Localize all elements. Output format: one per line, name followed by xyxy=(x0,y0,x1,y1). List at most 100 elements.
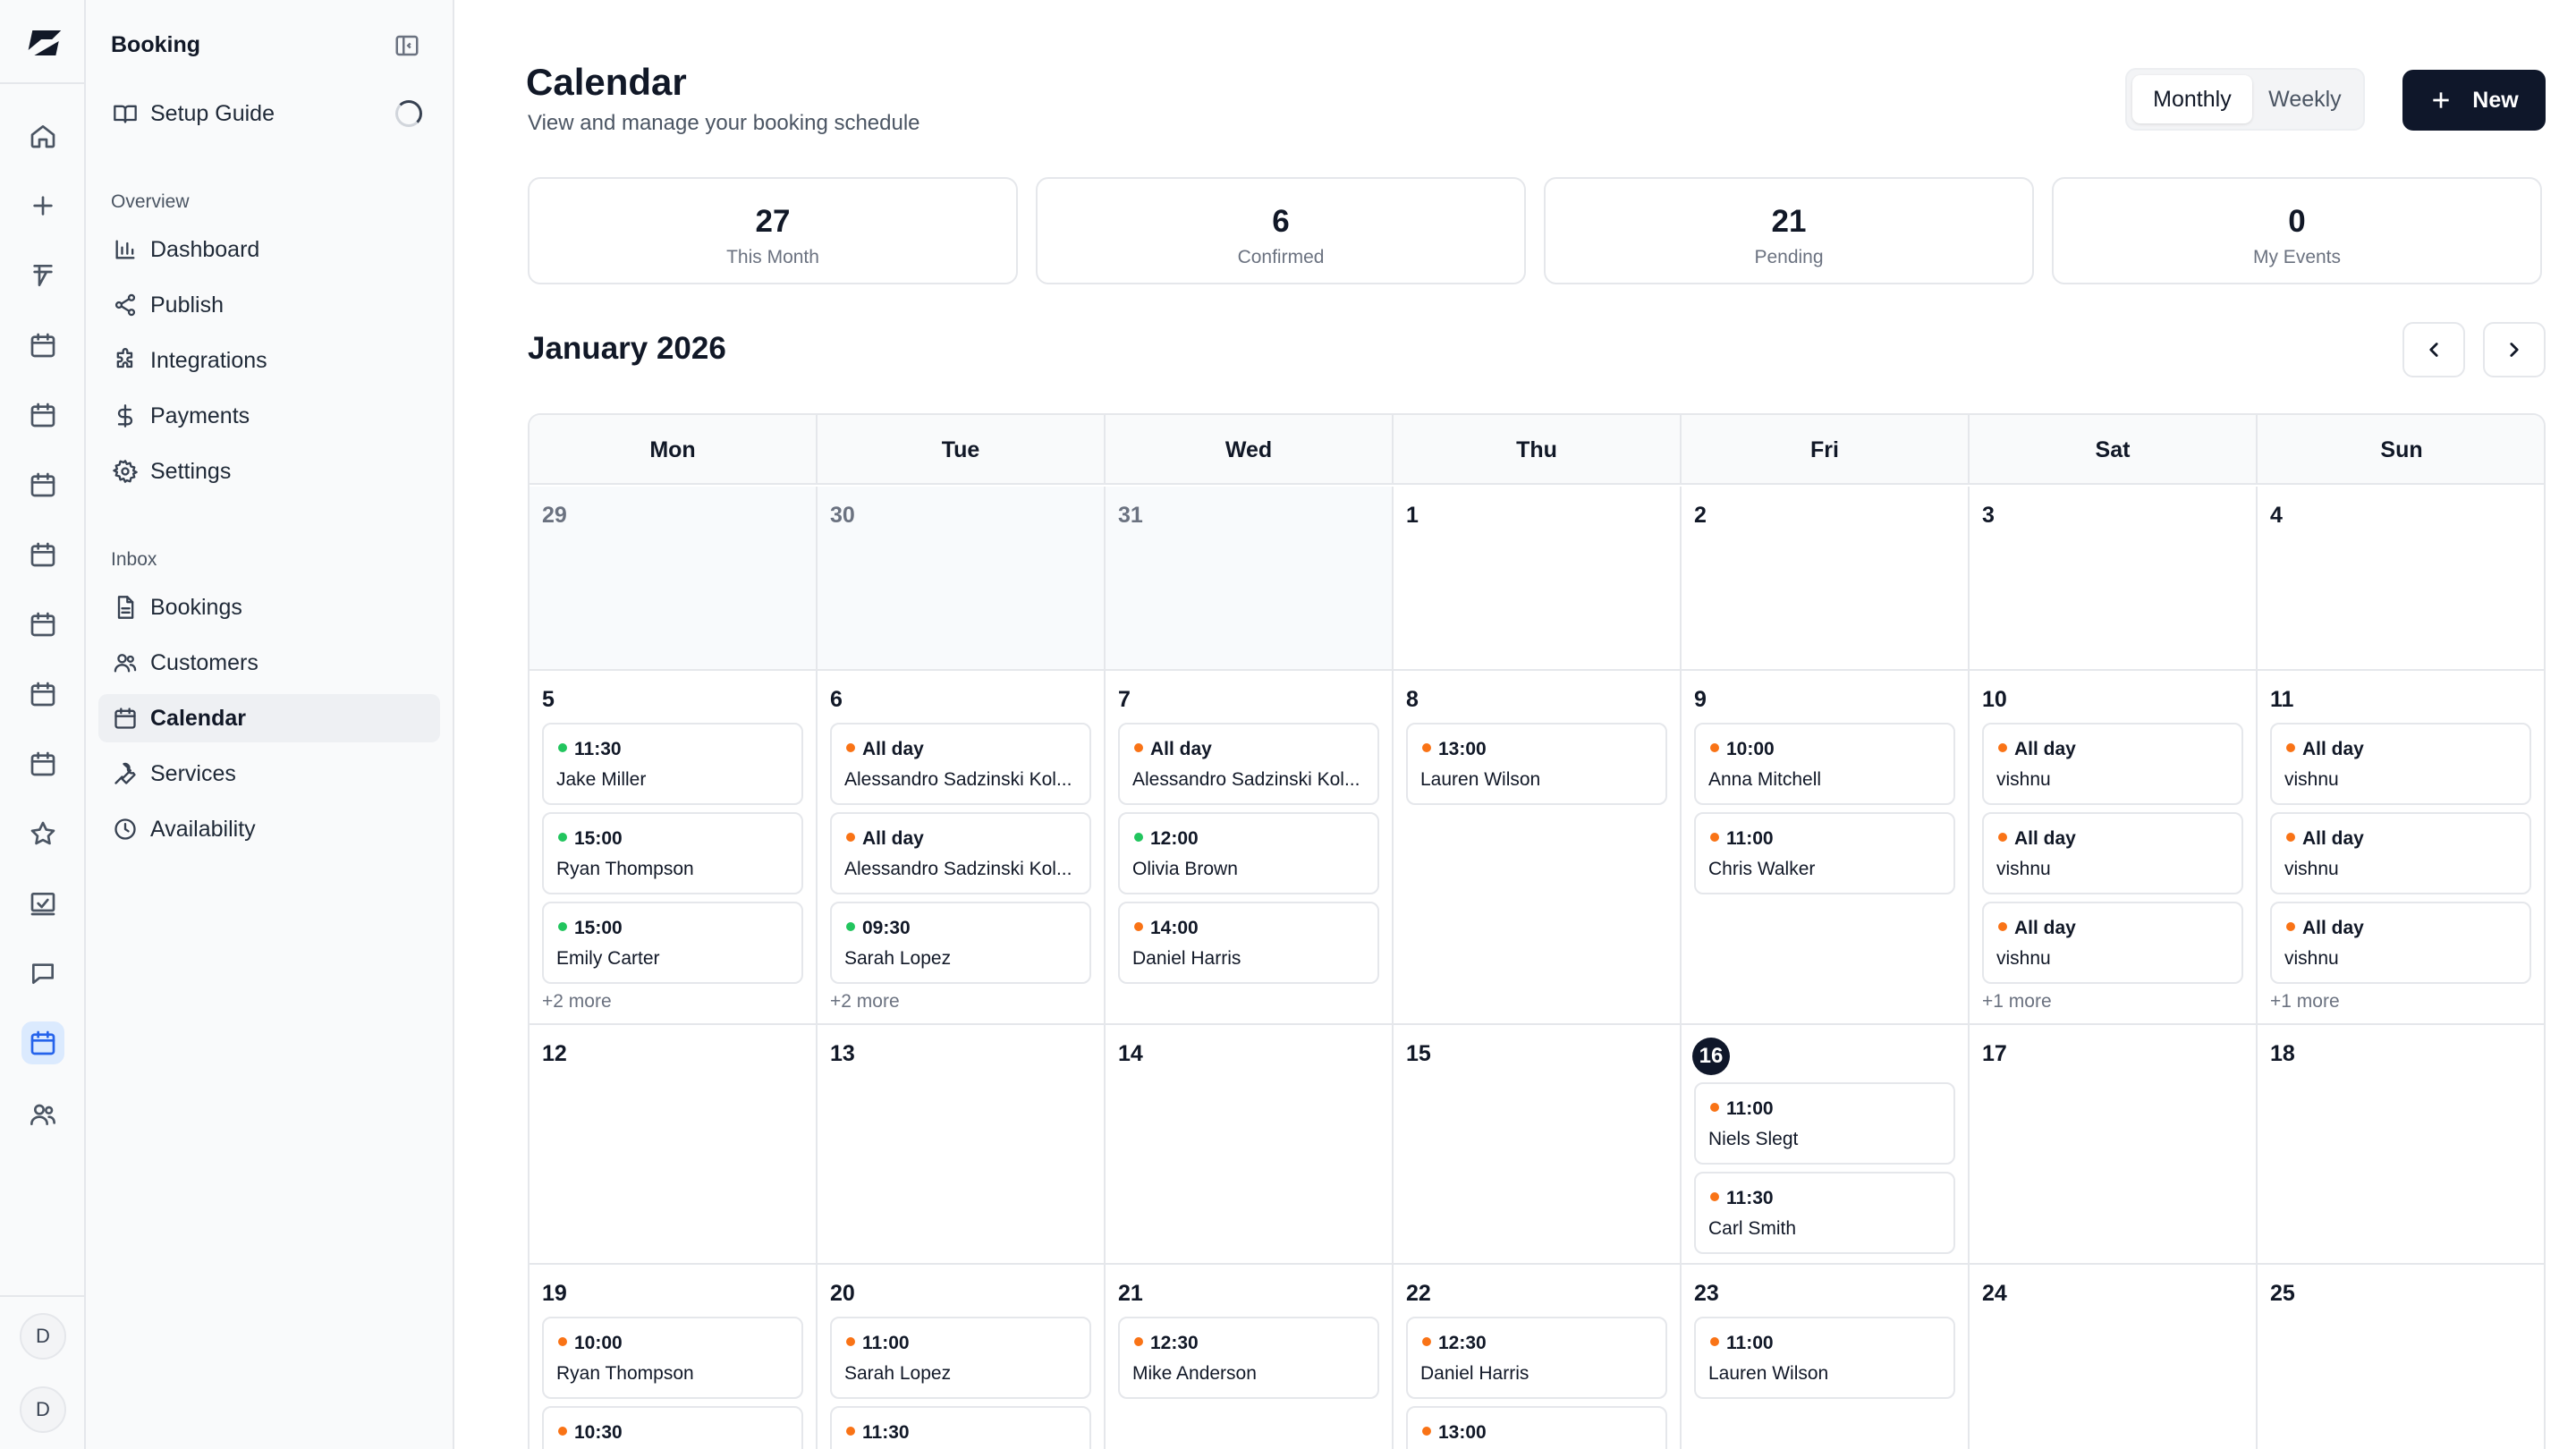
calendar-day-cell[interactable]: 17 xyxy=(1970,1025,2258,1263)
calendar-day-cell[interactable]: 19 10:00 Ryan Thompson 10:30 xyxy=(530,1265,818,1449)
booking-event[interactable]: 11:00 Lauren Wilson xyxy=(1694,1317,1955,1399)
calendar-day-cell[interactable]: 29 xyxy=(530,487,818,669)
booking-event[interactable]: 11:30 xyxy=(830,1406,1091,1449)
calendar-day-cell[interactable]: 24 xyxy=(1970,1265,2258,1449)
calendar-day-cell[interactable]: 7 All day Alessandro Sadzinski Kol... 12:00… xyxy=(1106,671,1394,1023)
booking-event[interactable]: 11:30 Jake Miller xyxy=(542,723,803,805)
sidebar-item-bookings[interactable]: Bookings xyxy=(98,583,440,631)
booking-event[interactable]: All day Alessandro Sadzinski Kol... xyxy=(1118,723,1379,805)
calendar-icon xyxy=(30,1030,55,1055)
calendar-week-row: 19 10:00 Ryan Thompson 10:30 20 11:00 Sarah Lo… xyxy=(530,1265,2544,1449)
booking-event[interactable]: 11:30 Carl Smith xyxy=(1694,1172,1955,1254)
weekly-view-button[interactable]: Weekly xyxy=(2252,75,2358,123)
rail-calendar-button[interactable] xyxy=(21,533,64,576)
stat-label: This Month xyxy=(726,247,819,267)
calendar-day-cell[interactable]: 16 11:00 Niels Slegt 11:30 Carl Smith xyxy=(1682,1025,1970,1263)
sidebar-item-calendar[interactable]: Calendar xyxy=(98,694,440,742)
booking-event[interactable]: 14:00 Daniel Harris xyxy=(1118,902,1379,984)
booking-event[interactable]: All day vishnu xyxy=(1982,723,2243,805)
previous-month-button[interactable] xyxy=(2402,322,2465,377)
new-booking-button[interactable]: New xyxy=(2402,70,2546,131)
sidebar-item-settings[interactable]: Settings xyxy=(98,447,440,496)
calendar-day-cell[interactable]: 15 xyxy=(1394,1025,1682,1263)
calendar-day-cell[interactable]: 31 xyxy=(1106,487,1394,669)
rail-plus-button[interactable] xyxy=(21,184,64,227)
next-month-button[interactable] xyxy=(2483,322,2546,377)
calendar-day-cell[interactable]: 11 All day vishnu All day vishnu All day vishn… xyxy=(2258,671,2544,1023)
booking-event[interactable]: 13:00 Lauren Wilson xyxy=(1406,723,1667,805)
booking-event[interactable]: 11:00 Sarah Lopez xyxy=(830,1317,1091,1399)
rail-form-button[interactable] xyxy=(21,254,64,297)
monthly-view-button[interactable]: Monthly xyxy=(2132,75,2252,123)
brand-logo-icon[interactable] xyxy=(23,23,63,63)
rail-home-button[interactable] xyxy=(21,114,64,157)
booking-event[interactable]: 11:00 Chris Walker xyxy=(1694,812,1955,894)
booking-event[interactable]: All day Alessandro Sadzinski Kol... xyxy=(830,723,1091,805)
rail-calendar-button[interactable] xyxy=(21,394,64,436)
booking-event[interactable]: 10:00 Anna Mitchell xyxy=(1694,723,1955,805)
collapse-sidebar-icon[interactable] xyxy=(394,32,420,59)
calendar-day-cell[interactable]: 30 xyxy=(818,487,1106,669)
calendar-day-cell[interactable]: 9 10:00 Anna Mitchell 11:00 Chris Walker xyxy=(1682,671,1970,1023)
sidebar-item-integrations[interactable]: Integrations xyxy=(98,336,440,385)
setup-guide-link[interactable]: Setup Guide xyxy=(98,89,440,138)
booking-event[interactable]: All day vishnu xyxy=(2270,723,2531,805)
more-events-link[interactable]: +1 more xyxy=(1982,991,2052,1013)
calendar-day-cell[interactable]: 13 xyxy=(818,1025,1106,1263)
rail-chart-check-button[interactable] xyxy=(21,882,64,925)
rail-star-button[interactable] xyxy=(21,812,64,855)
rail-calendar-button[interactable] xyxy=(21,463,64,506)
more-events-link[interactable]: +1 more xyxy=(2270,991,2340,1013)
calendar-day-cell[interactable]: 4 xyxy=(2258,487,2544,669)
booking-event[interactable]: 12:30 Daniel Harris xyxy=(1406,1317,1667,1399)
booking-event[interactable]: 13:00 xyxy=(1406,1406,1667,1449)
sidebar-item-services[interactable]: Services xyxy=(98,750,440,798)
booking-event[interactable]: 09:30 Sarah Lopez xyxy=(830,902,1091,984)
booking-event[interactable]: 12:00 Olivia Brown xyxy=(1118,812,1379,894)
rail-calendar-button[interactable] xyxy=(21,1021,64,1064)
calendar-day-cell[interactable]: 6 All day Alessandro Sadzinski Kol... All d… xyxy=(818,671,1106,1023)
booking-event[interactable]: 11:00 Niels Slegt xyxy=(1694,1082,1955,1165)
sidebar-item-payments[interactable]: Payments xyxy=(98,392,440,440)
rail-calendar-button[interactable] xyxy=(21,673,64,716)
sidebar-item-availability[interactable]: Availability xyxy=(98,805,440,853)
sidebar-item-customers[interactable]: Customers xyxy=(98,639,440,687)
calendar-day-cell[interactable]: 10 All day vishnu All day vishnu All day vishn… xyxy=(1970,671,2258,1023)
booking-event[interactable]: 15:00 Emily Carter xyxy=(542,902,803,984)
user-avatar[interactable]: D xyxy=(20,1386,66,1433)
sidebar-item-dashboard[interactable]: Dashboard xyxy=(98,225,440,274)
calendar-day-cell[interactable]: 18 xyxy=(2258,1025,2544,1263)
calendar-day-cell[interactable]: 1 xyxy=(1394,487,1682,669)
month-calendar: Mon Tue Wed Thu Fri Sat Sun 29 30 31 1 2 3 4 5 11:30 Ja… xyxy=(528,413,2546,1449)
booking-event[interactable]: All day vishnu xyxy=(2270,812,2531,894)
calendar-day-cell[interactable]: 25 xyxy=(2258,1265,2544,1449)
booking-event[interactable]: 12:30 Mike Anderson xyxy=(1118,1317,1379,1399)
workspace-avatar[interactable]: D xyxy=(20,1313,66,1360)
calendar-day-cell[interactable]: 8 13:00 Lauren Wilson xyxy=(1394,671,1682,1023)
rail-calendar-button[interactable] xyxy=(21,324,64,367)
rail-calendar-button[interactable] xyxy=(21,603,64,646)
sidebar-item-publish[interactable]: Publish xyxy=(98,281,440,329)
calendar-day-cell[interactable]: 21 12:30 Mike Anderson xyxy=(1106,1265,1394,1449)
calendar-day-cell[interactable]: 23 11:00 Lauren Wilson xyxy=(1682,1265,1970,1449)
booking-event[interactable]: All day vishnu xyxy=(1982,812,2243,894)
booking-event[interactable]: 10:00 Ryan Thompson xyxy=(542,1317,803,1399)
calendar-day-cell[interactable]: 22 12:30 Daniel Harris 13:00 xyxy=(1394,1265,1682,1449)
calendar-day-cell[interactable]: 5 11:30 Jake Miller 15:00 Ryan Thompson 15:00… xyxy=(530,671,818,1023)
inbox-section-label: Inbox xyxy=(111,549,157,570)
booking-event[interactable]: 15:00 Ryan Thompson xyxy=(542,812,803,894)
more-events-link[interactable]: +2 more xyxy=(542,991,612,1013)
booking-event[interactable]: All day Alessandro Sadzinski Kol... xyxy=(830,812,1091,894)
booking-event[interactable]: 10:30 xyxy=(542,1406,803,1449)
rail-users-button[interactable] xyxy=(21,1093,64,1136)
booking-event[interactable]: All day vishnu xyxy=(2270,902,2531,984)
calendar-day-cell[interactable]: 3 xyxy=(1970,487,2258,669)
booking-event[interactable]: All day vishnu xyxy=(1982,902,2243,984)
rail-calendar-button[interactable] xyxy=(21,742,64,785)
calendar-day-cell[interactable]: 20 11:00 Sarah Lopez 11:30 xyxy=(818,1265,1106,1449)
more-events-link[interactable]: +2 more xyxy=(830,991,900,1013)
calendar-day-cell[interactable]: 12 xyxy=(530,1025,818,1263)
calendar-day-cell[interactable]: 2 xyxy=(1682,487,1970,669)
calendar-day-cell[interactable]: 14 xyxy=(1106,1025,1394,1263)
rail-message-button[interactable] xyxy=(21,952,64,995)
